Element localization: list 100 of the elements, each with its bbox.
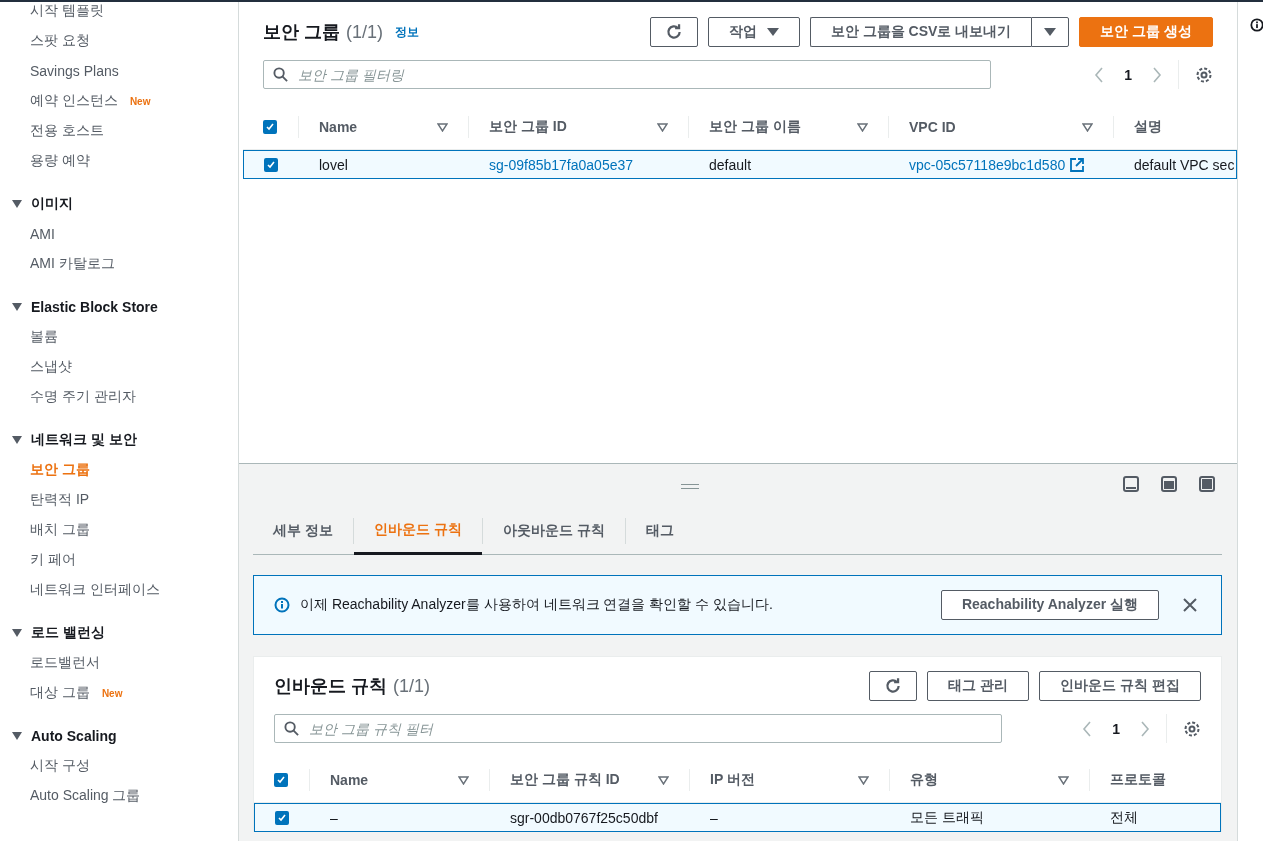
sidebar-item[interactable]: 용량 예약	[30, 152, 90, 170]
sidebar-item[interactable]: 스팟 요청	[30, 32, 90, 50]
expand-icon[interactable]	[12, 436, 22, 444]
refresh-icon	[884, 677, 903, 695]
expand-icon[interactable]	[12, 303, 22, 311]
column-header[interactable]: 설명	[1134, 118, 1233, 136]
section-header[interactable]: Elastic Block Store	[31, 299, 158, 315]
expand-icon[interactable]	[12, 732, 22, 740]
column-header[interactable]: Name	[330, 772, 458, 788]
item-count: (1/1)	[393, 675, 431, 697]
column-header[interactable]: VPC ID	[909, 119, 1082, 135]
export-button[interactable]: 보안 그룹을 CSV로 내보내기	[809, 17, 1032, 47]
sidebar-item[interactable]: AMI 카탈로그	[30, 255, 115, 273]
sort-icon[interactable]	[437, 122, 448, 132]
resize-handle[interactable]	[681, 484, 699, 489]
sort-icon[interactable]	[1058, 775, 1069, 785]
panel-layout-icon[interactable]	[1199, 476, 1215, 492]
table-cell: –	[330, 809, 338, 826]
page-number[interactable]: 1	[1124, 66, 1132, 83]
select-all-checkbox[interactable]	[263, 120, 277, 134]
sidebar-item[interactable]: 시작 구성	[30, 757, 90, 775]
filter-field[interactable]: 보안 그룹 규칙 필터	[274, 714, 1002, 743]
table-cell: 전체	[1110, 808, 1138, 827]
column-header[interactable]: 보안 그룹 ID	[489, 118, 657, 136]
refresh-button[interactable]	[869, 671, 918, 701]
tab[interactable]: 아웃바운드 규칙	[482, 508, 625, 555]
expand-icon[interactable]	[12, 200, 22, 208]
section-header[interactable]: 네트워크 및 보안	[31, 431, 137, 449]
info-link[interactable]: 정보	[395, 23, 420, 41]
sort-icon[interactable]	[858, 775, 869, 785]
tab[interactable]: 태그	[625, 508, 694, 555]
row-checkbox[interactable]	[264, 157, 278, 172]
sidebar-item[interactable]: 스냅샷	[30, 358, 72, 376]
action-button[interactable]: 인바운드 규칙 편집	[1039, 671, 1201, 701]
panel-layout-icon[interactable]	[1161, 476, 1177, 492]
panel-title: 보안 그룹	[263, 21, 340, 44]
expand-icon[interactable]	[12, 629, 22, 637]
column-header[interactable]: Name	[319, 119, 437, 135]
external-link-icon[interactable]	[1070, 157, 1085, 172]
sidebar-item[interactable]: 로드밸런서	[30, 654, 100, 672]
sidebar-item[interactable]: 볼륨	[30, 328, 58, 346]
item-count: (1/1)	[346, 21, 384, 43]
sidebar-item[interactable]: 탄력적 IP	[30, 491, 90, 509]
analyzer-button[interactable]: Reachability Analyzer 실행	[940, 590, 1159, 620]
filter-field[interactable]: 보안 그룹 필터링	[263, 60, 991, 89]
info-icon	[274, 597, 290, 613]
sort-icon[interactable]	[458, 775, 469, 785]
column-header[interactable]: 프로토콜	[1110, 771, 1209, 789]
column-header[interactable]: 보안 그룹 규칙 ID	[510, 771, 658, 789]
sidebar-item[interactable]: 시작 템플릿	[30, 2, 104, 20]
sidebar-item[interactable]: 전용 호스트	[30, 122, 104, 140]
sidebar-item[interactable]: 대상 그룹	[30, 684, 90, 702]
table-row[interactable]: lovel sg-09f85b17fa0a05e37 default vpc-05c57118e9bc1d580 default VPC sec	[243, 150, 1237, 179]
sidebar-item[interactable]: AMI	[30, 226, 55, 242]
caret-icon	[766, 28, 779, 36]
refresh-icon	[664, 23, 683, 41]
new-label: New	[129, 95, 151, 107]
select-all-checkbox[interactable]	[274, 773, 288, 787]
sort-icon[interactable]	[857, 122, 868, 132]
new-label: New	[101, 687, 123, 699]
id-link[interactable]: vpc-05c57118e9bc1d580	[909, 156, 1066, 173]
table-cell: lovel	[319, 156, 348, 173]
section-header[interactable]: 로드 밸런싱	[31, 624, 105, 642]
column-header[interactable]: IP 버전	[710, 771, 858, 789]
column-header[interactable]: 유형	[910, 771, 1058, 789]
close-icon	[1183, 598, 1197, 612]
sidebar-item[interactable]: 네트워크 인터페이스	[30, 581, 160, 599]
settings-icon[interactable]	[1195, 65, 1213, 84]
sidebar-item[interactable]: 키 페어	[30, 551, 76, 569]
refresh-button[interactable]	[649, 17, 698, 47]
table-cell: 모든 트래픽	[910, 808, 984, 827]
sidebar-item[interactable]: Auto Scaling 그룹	[30, 787, 141, 805]
table-row[interactable]: – sgr-00db0767f25c50dbf – 모든 트래픽 전체	[254, 803, 1221, 832]
close-button[interactable]	[1183, 598, 1197, 612]
sort-icon[interactable]	[1082, 122, 1093, 132]
table-cell: default VPC sec	[1134, 156, 1235, 173]
sidebar-item[interactable]: 배치 그룹	[30, 521, 90, 539]
table-cell: default	[709, 156, 752, 173]
sidebar-item[interactable]: 수명 주기 관리자	[30, 388, 136, 406]
action-button[interactable]: 태그 관리	[927, 671, 1030, 701]
page-number[interactable]: 1	[1112, 720, 1120, 737]
actions-dropdown[interactable]: 작업	[707, 17, 800, 47]
sort-icon[interactable]	[657, 122, 668, 132]
sidebar-item[interactable]: Savings Plans	[30, 63, 119, 79]
settings-icon[interactable]	[1183, 719, 1201, 738]
tab[interactable]: 세부 정보	[253, 508, 353, 555]
sidebar-item[interactable]: 예약 인스턴스	[30, 92, 118, 110]
caret-icon	[1044, 28, 1057, 36]
column-header[interactable]: 보안 그룹 이름	[709, 118, 857, 136]
panel-layout-icon[interactable]	[1123, 476, 1139, 492]
id-link[interactable]: sg-09f85b17fa0a05e37	[489, 156, 634, 173]
section-header[interactable]: Auto Scaling	[31, 728, 117, 744]
alert-message: 이제 Reachability Analyzer를 사용하여 네트워크 연결을 확인할 수 있습니다.	[300, 596, 774, 614]
dropdown-button[interactable]	[1031, 17, 1070, 47]
section-header[interactable]: 이미지	[31, 195, 73, 213]
row-checkbox[interactable]	[275, 810, 289, 825]
info-icon[interactable]	[1250, 18, 1263, 32]
sort-icon[interactable]	[658, 775, 669, 785]
search-icon	[284, 721, 299, 736]
search-icon	[273, 67, 288, 82]
